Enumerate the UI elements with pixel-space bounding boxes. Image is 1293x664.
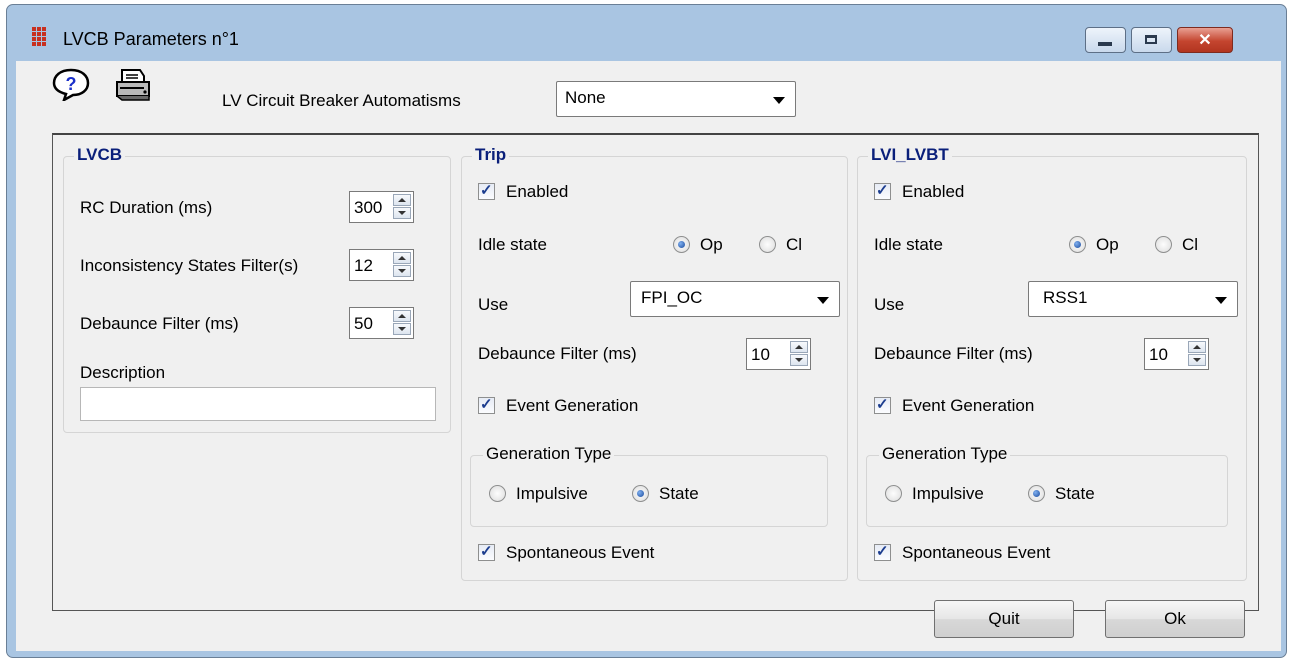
trip-event-generation-label: Event Generation <box>506 396 639 415</box>
close-button[interactable]: ✕ <box>1177 27 1233 53</box>
maximize-button[interactable] <box>1131 27 1172 53</box>
inconsistency-spinner[interactable]: 12 <box>349 249 414 281</box>
lvi-generation-type-group: Generation Type Impulsive State <box>866 444 1228 527</box>
maximize-icon <box>1145 35 1157 44</box>
lvi-state-radio[interactable] <box>1028 485 1045 502</box>
trip-generation-type-group: Generation Type Impulsive State <box>470 444 828 527</box>
automatisms-value: None <box>565 88 606 107</box>
trip-group: Trip Enabled Idle state Op Cl Use FPI_OC… <box>461 145 848 581</box>
lvi-spontaneous-checkbox[interactable] <box>874 542 891 561</box>
trip-enabled-checkbox[interactable] <box>478 181 495 200</box>
lvcb-debounce-spinner[interactable]: 50 <box>349 307 414 339</box>
trip-idle-state-label: Idle state <box>478 235 547 254</box>
chevron-down-icon <box>1215 297 1227 304</box>
lvi-event-generation-checkbox[interactable] <box>874 395 891 414</box>
lvi-use-value: RSS1 <box>1043 288 1088 307</box>
inconsistency-value: 12 <box>354 256 373 275</box>
title-bar[interactable]: LVCB Parameters n°1 ✕ <box>7 5 1286 67</box>
lvcb-group: LVCB RC Duration (ms) 300 Inconsistency … <box>63 145 451 433</box>
trip-state-label: State <box>659 484 699 503</box>
lvcb-debounce-value: 50 <box>354 314 373 333</box>
lvi-idle-cl-radio[interactable] <box>1155 236 1172 253</box>
lvi-impulsive-label: Impulsive <box>912 484 984 503</box>
lvi-use-label: Use <box>874 295 905 314</box>
lvi-idle-op-label: Op <box>1096 235 1119 254</box>
trip-debounce-label: Debaunce Filter (ms) <box>478 344 637 363</box>
trip-use-select[interactable]: FPI_OC <box>630 281 840 317</box>
trip-enabled-label: Enabled <box>506 182 569 201</box>
lvi-idle-op-radio[interactable] <box>1069 236 1086 253</box>
window-title: LVCB Parameters n°1 <box>63 29 239 49</box>
trip-impulsive-radio[interactable] <box>489 485 506 502</box>
lvi-impulsive-radio[interactable] <box>885 485 902 502</box>
rc-duration-value: 300 <box>354 198 383 217</box>
trip-spontaneous-label: Spontaneous Event <box>506 543 655 562</box>
lvi-debounce-value: 10 <box>1149 345 1168 364</box>
lvcb-debounce-label: Debaunce Filter (ms) <box>80 314 239 333</box>
lvi-enabled-label: Enabled <box>902 182 965 201</box>
automatisms-select[interactable]: None <box>556 81 796 117</box>
rc-duration-label: RC Duration (ms) <box>80 198 213 217</box>
lvi-lvbt-group: LVI_LVBT Enabled Idle state Op Cl Use RS… <box>857 145 1247 581</box>
lvi-debounce-label: Debaunce Filter (ms) <box>874 344 1033 363</box>
rc-duration-spinner[interactable]: 300 <box>349 191 414 223</box>
lvi-idle-cl-label: Cl <box>1182 235 1199 254</box>
trip-event-generation-checkbox[interactable] <box>478 395 495 414</box>
spin-down-icon[interactable] <box>1188 354 1206 366</box>
trip-idle-cl-radio[interactable] <box>759 236 776 253</box>
trip-impulsive-label: Impulsive <box>516 484 588 503</box>
automatisms-label: LV Circuit Breaker Automatisms <box>222 91 461 110</box>
trip-use-value: FPI_OC <box>641 288 703 307</box>
lvi-enabled-checkbox[interactable] <box>874 181 891 200</box>
dialog-client-area: ? LV Circuit Breaker Automatisms None LV <box>16 61 1281 651</box>
minimize-button[interactable] <box>1085 27 1126 53</box>
description-field[interactable] <box>80 387 436 421</box>
chevron-down-icon <box>817 297 829 304</box>
spin-down-icon[interactable] <box>790 354 808 366</box>
chevron-down-icon <box>773 97 785 104</box>
spin-down-icon[interactable] <box>393 323 411 335</box>
lvi-idle-state-label: Idle state <box>874 235 943 254</box>
lvcb-group-title: LVCB <box>74 145 126 165</box>
lvi-spontaneous-label: Spontaneous Event <box>902 543 1051 562</box>
spin-up-icon[interactable] <box>1188 341 1206 353</box>
parameters-panel: LVCB RC Duration (ms) 300 Inconsistency … <box>52 133 1259 611</box>
lvi-lvbt-group-title: LVI_LVBT <box>868 145 952 165</box>
close-icon: ✕ <box>1198 32 1212 49</box>
trip-group-title: Trip <box>472 145 510 165</box>
lvi-event-generation-label: Event Generation <box>902 396 1035 415</box>
trip-debounce-value: 10 <box>751 345 770 364</box>
description-label: Description <box>80 363 166 382</box>
ok-button[interactable]: Ok <box>1105 600 1245 638</box>
lvi-state-label: State <box>1055 484 1095 503</box>
lvi-use-select[interactable]: RSS1 <box>1028 281 1238 317</box>
app-icon <box>32 27 46 49</box>
spin-down-icon[interactable] <box>393 265 411 277</box>
lvi-generation-type-title: Generation Type <box>879 444 1011 464</box>
trip-debounce-spinner[interactable]: 10 <box>746 338 811 370</box>
trip-generation-type-title: Generation Type <box>483 444 615 464</box>
help-question-icon[interactable]: ? <box>52 67 90 103</box>
trip-spontaneous-checkbox[interactable] <box>478 542 495 561</box>
spin-down-icon[interactable] <box>393 207 411 219</box>
trip-idle-op-radio[interactable] <box>673 236 690 253</box>
minimize-icon <box>1098 42 1112 46</box>
lvi-debounce-spinner[interactable]: 10 <box>1144 338 1209 370</box>
quit-button[interactable]: Quit <box>934 600 1074 638</box>
trip-state-radio[interactable] <box>632 485 649 502</box>
dialog-window: LVCB Parameters n°1 ✕ ? LV Circuit Break… <box>6 4 1287 658</box>
spin-up-icon[interactable] <box>790 341 808 353</box>
inconsistency-label: Inconsistency States Filter(s) <box>80 256 299 275</box>
trip-idle-cl-label: Cl <box>786 235 803 254</box>
spin-up-icon[interactable] <box>393 194 411 206</box>
trip-use-label: Use <box>478 295 509 314</box>
printer-icon[interactable] <box>114 68 152 102</box>
trip-idle-op-label: Op <box>700 235 723 254</box>
svg-text:?: ? <box>66 74 77 94</box>
spin-up-icon[interactable] <box>393 252 411 264</box>
spin-up-icon[interactable] <box>393 310 411 322</box>
